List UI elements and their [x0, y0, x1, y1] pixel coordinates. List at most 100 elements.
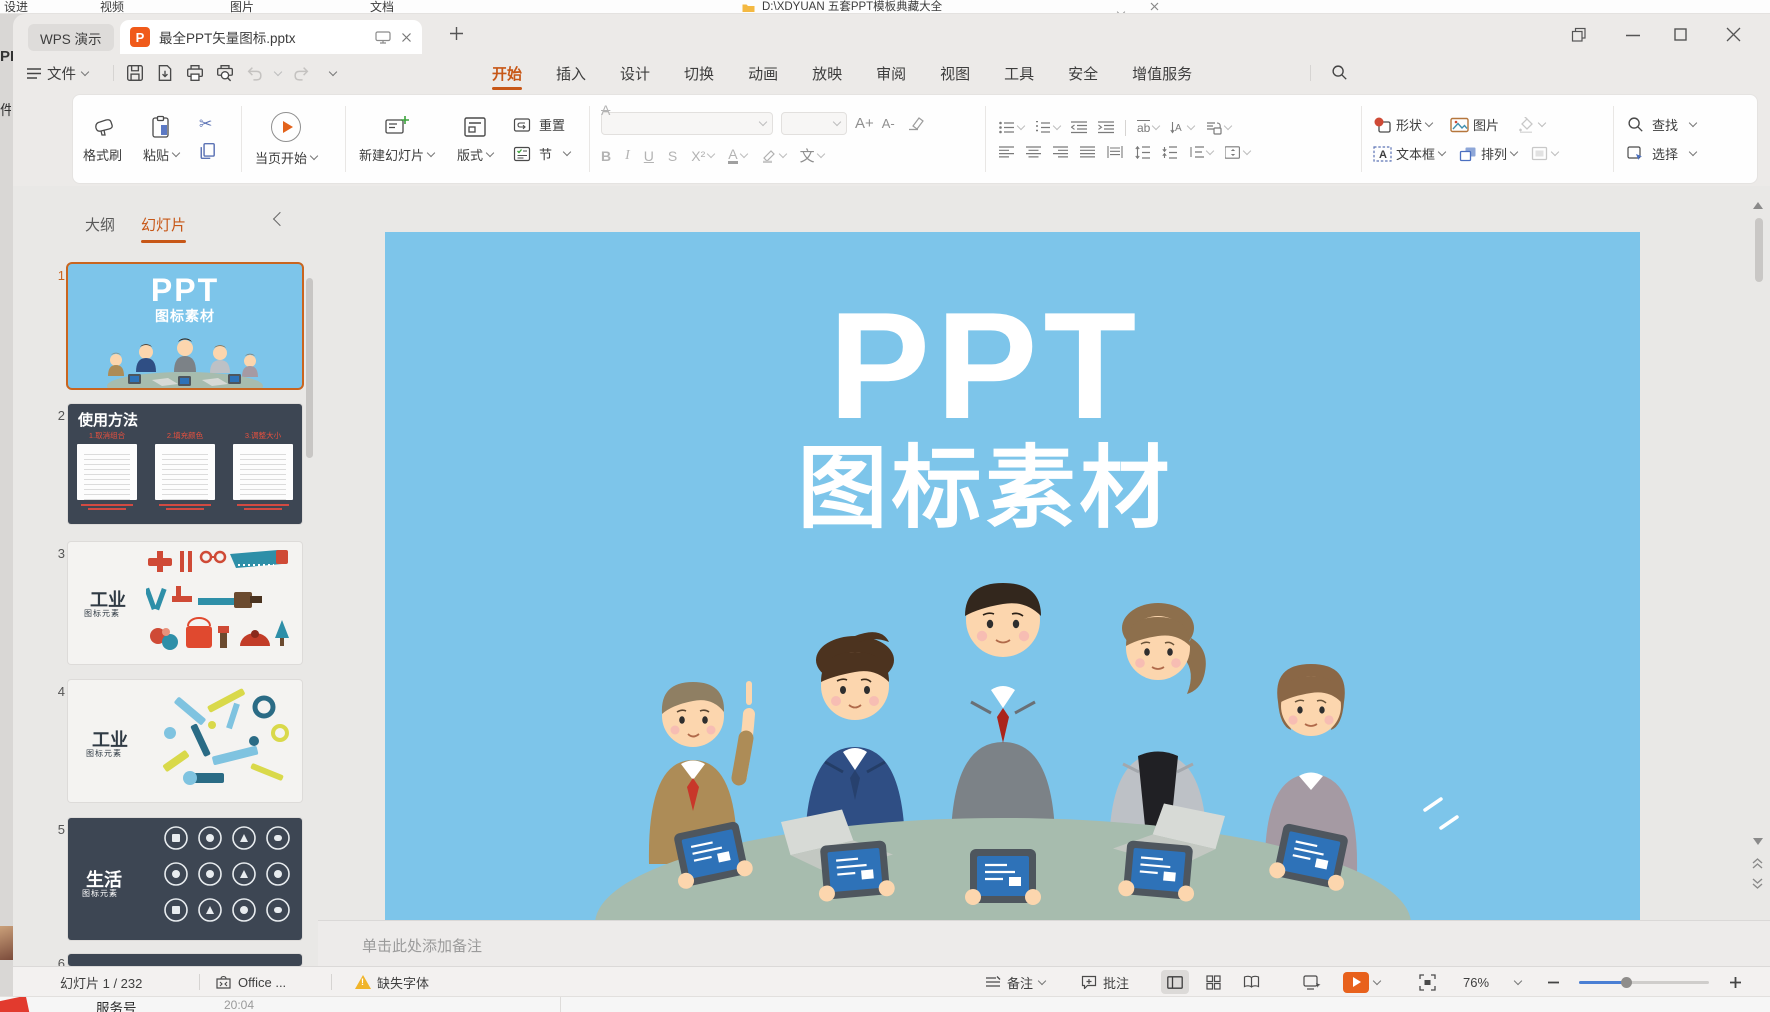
- picture-button[interactable]: 图片: [1450, 115, 1499, 134]
- shadow-button[interactable]: S: [668, 148, 677, 164]
- tab-security[interactable]: 安全: [1051, 54, 1115, 92]
- app-menu-button[interactable]: WPS 演示: [28, 24, 114, 51]
- text-direction-button[interactable]: A: [1170, 121, 1194, 135]
- shrink-font-button[interactable]: A-: [882, 116, 895, 131]
- zoom-value[interactable]: 76%: [1463, 967, 1489, 996]
- copy-icon[interactable]: [199, 142, 217, 160]
- font-name-select[interactable]: [601, 112, 773, 135]
- paragraph-spacing-icon[interactable]: [1162, 146, 1177, 159]
- restore-window-icon[interactable]: [1571, 27, 1587, 43]
- layout-button[interactable]: 版式: [457, 95, 493, 183]
- undo-dropdown-icon[interactable]: [274, 67, 282, 75]
- slide-sorter-view-button[interactable]: [1199, 970, 1227, 994]
- scroll-down-icon[interactable]: [1753, 838, 1763, 845]
- textbox-button[interactable]: A文本框: [1373, 144, 1445, 163]
- collapse-panel-icon[interactable]: [273, 212, 287, 226]
- paste-button[interactable]: 粘贴: [143, 95, 179, 183]
- underline-button[interactable]: U: [644, 148, 654, 164]
- maximize-icon[interactable]: [1674, 28, 1687, 41]
- convert-smartart-button[interactable]: [1205, 121, 1231, 135]
- print-preview-icon[interactable]: [216, 64, 234, 82]
- sidebar-scrollbar[interactable]: [306, 278, 313, 458]
- notes-placeholder[interactable]: 单击此处添加备注: [362, 935, 482, 956]
- reset-button[interactable]: 重置: [513, 115, 570, 134]
- arrange-button[interactable]: 排列: [1459, 144, 1517, 163]
- align-text-button[interactable]: [1225, 146, 1250, 159]
- zoom-out-button[interactable]: [1547, 967, 1560, 996]
- cut-icon[interactable]: ✂: [199, 118, 217, 132]
- slide-title[interactable]: PPT: [385, 290, 1613, 442]
- tab-home[interactable]: 开始: [475, 54, 539, 92]
- italic-button[interactable]: I: [625, 148, 630, 164]
- bullets-button[interactable]: [999, 121, 1024, 134]
- font-size-select[interactable]: [781, 112, 847, 135]
- minimize-icon[interactable]: [1626, 34, 1640, 37]
- tab-review[interactable]: 审阅: [859, 54, 923, 92]
- slide-thumbnail-3[interactable]: 工业 图标元素: [68, 542, 302, 664]
- slide-thumbnail-5[interactable]: 生活 图标元素: [68, 818, 302, 940]
- share-screen-icon[interactable]: [375, 31, 391, 44]
- font-color-button[interactable]: A: [728, 148, 746, 164]
- line-spacing-icon[interactable]: [1135, 146, 1150, 159]
- tab-design[interactable]: 设计: [603, 54, 667, 92]
- export-icon[interactable]: [156, 64, 174, 82]
- notes-panel[interactable]: 单击此处添加备注: [318, 920, 1770, 966]
- distribute-icon[interactable]: [1107, 146, 1123, 158]
- spacing-options-button[interactable]: [1189, 146, 1213, 158]
- play-options-icon[interactable]: [1373, 976, 1381, 984]
- normal-view-button[interactable]: [1161, 970, 1189, 994]
- decrease-indent-icon[interactable]: [1071, 121, 1087, 134]
- numbering-button[interactable]: [1035, 121, 1060, 134]
- fit-to-window-button[interactable]: [1419, 967, 1436, 996]
- highlight-button[interactable]: [761, 149, 786, 163]
- scroll-up-icon[interactable]: [1753, 202, 1763, 209]
- play-slideshow-button[interactable]: [1343, 972, 1369, 993]
- canvas-scrollbar[interactable]: [1755, 218, 1763, 282]
- tab-animation[interactable]: 动画: [731, 54, 795, 92]
- previous-slide-icon[interactable]: [1752, 858, 1763, 869]
- zoom-slider[interactable]: [1579, 967, 1709, 996]
- tab-outline[interactable]: 大纲: [85, 214, 115, 243]
- close-window-icon[interactable]: [1726, 27, 1741, 42]
- tab-premium[interactable]: 增值服务: [1115, 54, 1209, 92]
- tab-slides[interactable]: 幻灯片: [141, 214, 186, 243]
- notes-toggle[interactable]: 备注: [985, 967, 1045, 996]
- tab-view[interactable]: 视图: [923, 54, 987, 92]
- pinyin-guide-button[interactable]: ab: [1137, 120, 1159, 135]
- slide-thumbnail-4[interactable]: 工业 图标元素: [68, 680, 302, 802]
- undo-icon[interactable]: [246, 66, 263, 81]
- frame-button[interactable]: [1531, 146, 1558, 161]
- increase-indent-icon[interactable]: [1098, 121, 1114, 134]
- play-current-slide-button[interactable]: 当页开始: [255, 95, 317, 183]
- slide-editor[interactable]: PPT 图标素材: [385, 232, 1640, 920]
- format-painter-button[interactable]: 格式刷: [83, 95, 122, 183]
- next-slide-icon[interactable]: [1752, 878, 1763, 889]
- tab-insert[interactable]: 插入: [539, 54, 603, 92]
- tab-transitions[interactable]: 切换: [667, 54, 731, 92]
- strikethrough-button[interactable]: A: [601, 95, 610, 125]
- bold-button[interactable]: B: [601, 148, 611, 164]
- tab-tools[interactable]: 工具: [987, 54, 1051, 92]
- slide-subtitle[interactable]: 图标素材: [385, 444, 1613, 534]
- zoom-slider-knob[interactable]: [1621, 977, 1632, 988]
- zoom-in-button[interactable]: [1729, 967, 1742, 996]
- customize-toolbar-icon[interactable]: [329, 67, 337, 75]
- document-tab[interactable]: P 最全PPT矢量图标.pptx: [120, 20, 422, 54]
- save-icon[interactable]: [126, 64, 144, 82]
- align-center-icon[interactable]: [1026, 146, 1041, 158]
- tab-slideshow[interactable]: 放映: [795, 54, 859, 92]
- comments-button[interactable]: 批注: [1081, 967, 1129, 996]
- zoom-options-icon[interactable]: [1515, 967, 1521, 996]
- missing-font-warning[interactable]: 缺失字体: [355, 967, 429, 996]
- new-tab-button[interactable]: [449, 26, 464, 41]
- close-tab-icon[interactable]: [401, 32, 412, 43]
- fill-color-button[interactable]: [1517, 117, 1545, 133]
- office-compat-badge[interactable]: Office ...: [215, 967, 286, 996]
- redo-icon[interactable]: [293, 66, 310, 81]
- superscript-button[interactable]: X²: [691, 148, 714, 164]
- align-left-icon[interactable]: [999, 146, 1014, 158]
- slide-thumbnail-6[interactable]: [68, 954, 302, 966]
- section-button[interactable]: 节: [513, 144, 570, 163]
- slide-thumbnail-2[interactable]: 使用方法 1.取消组合 2.填充颜色 3.调整大小: [68, 404, 302, 524]
- print-icon[interactable]: [186, 64, 204, 82]
